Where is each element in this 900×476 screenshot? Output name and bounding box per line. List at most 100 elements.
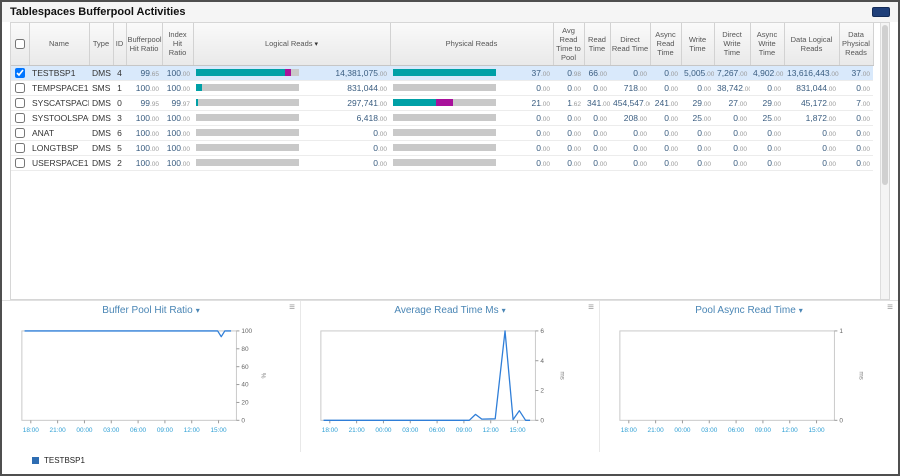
column-header[interactable]: Async Read Time [650,23,681,65]
chart-options-icon[interactable]: ≡ [588,303,594,313]
row-checkbox[interactable] [15,83,25,93]
svg-text:15:00: 15:00 [509,427,526,434]
chart-title-dropdown[interactable]: Buffer Pool Hit Ratio▾ [2,305,300,316]
cell-direct_read_time: 0.00 [610,65,650,80]
cell-direct_read_time: 0.00 [610,125,650,140]
svg-text:18:00: 18:00 [23,427,40,434]
chart-options-icon[interactable]: ≡ [887,303,893,313]
column-header-label: Async Write Time [757,30,777,57]
column-header[interactable]: Data Physical Reads [839,23,873,65]
column-header-label: Read Time [588,35,606,53]
cell-data_physical_reads: 0.00 [839,140,873,155]
column-header-label: Direct Write Time [722,30,742,57]
legend-label: TESTBSP1 [44,456,85,465]
svg-text:4: 4 [540,358,544,365]
svg-text:06:00: 06:00 [728,427,745,434]
cell-type: DMS [89,140,113,155]
cell-index_hit_ratio: 100.00 [162,155,193,170]
row-checkbox[interactable] [15,98,25,108]
cell-bufferpool_hit_ratio: 99.95 [126,95,162,110]
column-header[interactable]: Write Time [681,23,714,65]
cell-read_time: 0.00 [584,110,610,125]
cell-read_time: 66.00 [584,65,610,80]
cell-data_physical_reads: 37.00 [839,65,873,80]
reads-bar [393,159,496,166]
cell-id: 6 [113,125,126,140]
cell-bufferpool_hit_ratio: 99.65 [126,65,162,80]
reads-bar [393,144,496,151]
header-select-all[interactable] [11,23,29,65]
reads-bar [393,99,496,106]
legend-swatch [32,457,39,464]
column-header[interactable]: Physical Reads [390,23,553,65]
cell-data_logical_reads: 13,616,443.00 [784,65,839,80]
svg-text:0: 0 [241,418,245,425]
reads-bar [196,84,299,91]
chart-panel-pool-async-read-time: Pool Async Read Time▾ ≡ 0118:0021:0000:0… [600,301,898,452]
cell-direct_write_time: 0.00 [714,125,750,140]
cell-write_time: 0.00 [681,155,714,170]
svg-text:2: 2 [540,388,544,395]
column-header[interactable]: Logical Reads▾ [193,23,390,65]
row-checkbox[interactable] [15,113,25,123]
scrollbar-thumb[interactable] [882,25,888,185]
column-header-label: Logical Reads [265,39,313,48]
cell-direct_write_time: 0.00 [714,155,750,170]
svg-text:0: 0 [540,418,544,425]
column-header-label: Data Logical Reads [791,35,833,53]
table-row[interactable]: LONGTBSPDMS5100.00100.000.000.000.000.00… [11,140,873,155]
cell-index_hit_ratio: 100.00 [162,80,193,95]
column-header[interactable]: Avg Read Time to Pool [553,23,584,65]
column-header[interactable]: Direct Write Time [714,23,750,65]
cell-async_read_time: 0.00 [650,110,681,125]
table-row[interactable]: TEMPSPACE1SMS1100.00100.00831,044.000.00… [11,80,873,95]
column-header[interactable]: Data Logical Reads [784,23,839,65]
chart-legend: TESTBSP1 [32,456,85,465]
cell-write_time: 0.00 [681,140,714,155]
chart-options-icon[interactable]: ≡ [289,303,295,313]
table-row[interactable]: SYSCATSPACEDMS099.9599.97297,741.0021.00… [11,95,873,110]
cell-async_write_time: 29.00 [750,95,784,110]
select-all-checkbox[interactable] [15,39,25,49]
chart-title-dropdown[interactable]: Average Read Time Ms▾ [301,305,599,316]
cell-type: SMS [89,80,113,95]
column-header[interactable]: ID [113,23,126,65]
row-checkbox[interactable] [15,68,25,78]
svg-text:21:00: 21:00 [50,427,67,434]
svg-text:21:00: 21:00 [648,427,665,434]
table-row[interactable]: SYSTOOLSPACEDMS3100.00100.006,418.000.00… [11,110,873,125]
column-header[interactable]: Bufferpool Hit Ratio [126,23,162,65]
cell-logical_reads: 14,381,075.00 [193,65,390,80]
column-header-label: Async Read Time [655,30,675,57]
row-checkbox[interactable] [15,128,25,138]
column-header-label: Data Physical Reads [842,30,870,57]
svg-text:09:00: 09:00 [755,427,772,434]
cell-async_read_time: 241.00 [650,95,681,110]
column-header[interactable]: Index Hit Ratio [162,23,193,65]
column-header-label: Bufferpool Hit Ratio [128,35,162,53]
svg-text:06:00: 06:00 [130,427,147,434]
column-header[interactable]: Read Time [584,23,610,65]
panel-collapse-icon[interactable] [872,7,890,17]
column-header[interactable]: Name [29,23,89,65]
svg-text:ms: ms [558,371,565,380]
chart-title-dropdown[interactable]: Pool Async Read Time▾ [600,305,898,316]
vertical-scrollbar[interactable] [880,23,889,299]
table-row[interactable]: ANATDMS6100.00100.000.000.000.000.000.00… [11,125,873,140]
cell-direct_read_time: 454,547.00 [610,95,650,110]
cell-type: DMS [89,65,113,80]
table-row[interactable]: USERSPACE1DMS2100.00100.000.000.000.000.… [11,155,873,170]
cell-direct_write_time: 0.00 [714,140,750,155]
cell-data_logical_reads: 0.00 [784,140,839,155]
column-header[interactable]: Type [89,23,113,65]
column-header[interactable]: Direct Read Time [610,23,650,65]
row-checkbox[interactable] [15,143,25,153]
cell-data_physical_reads: 0.00 [839,80,873,95]
svg-text:ms: ms [857,371,864,380]
cell-data_physical_reads: 0.00 [839,125,873,140]
column-header[interactable]: Async Write Time [750,23,784,65]
tablespaces-bufferpool-panel: Tablespaces Bufferpool Activities NameTy… [0,0,900,476]
table-row[interactable]: TESTBSP1DMS499.65100.0014,381,075.0037.0… [11,65,873,80]
row-checkbox[interactable] [15,158,25,168]
cell-avg_read_time_to_pool: 1.62 [553,95,584,110]
